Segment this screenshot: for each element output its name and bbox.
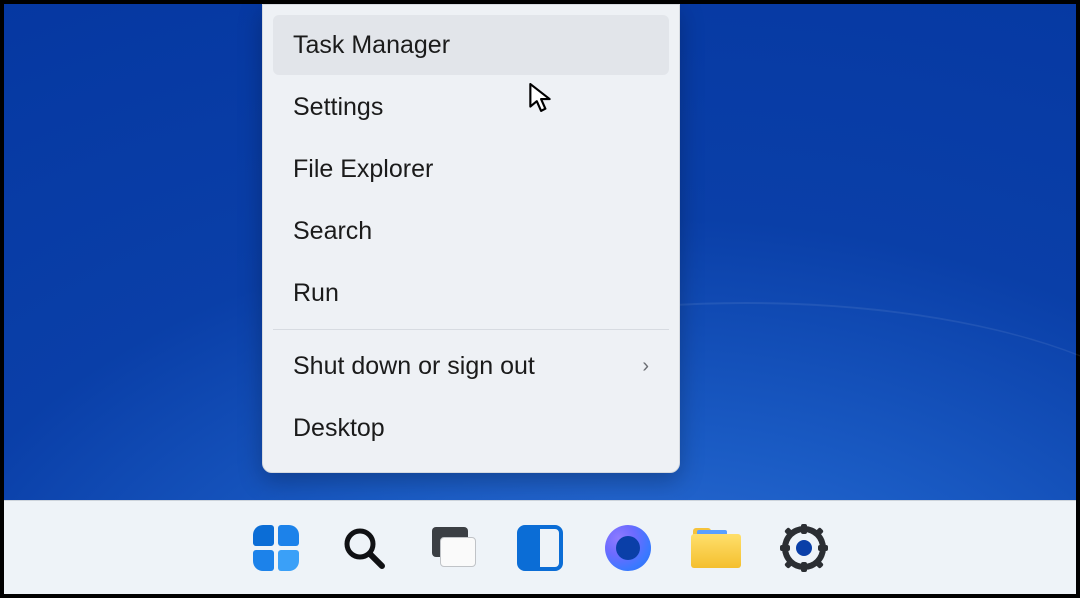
task-view-icon [428,527,476,569]
winx-context-menu: Task Manager Settings File Explorer Sear… [262,4,680,473]
menu-item-desktop[interactable]: Desktop [273,398,669,458]
widgets-icon [517,525,563,571]
chat-button[interactable] [601,521,655,575]
start-icon [253,525,299,571]
menu-item-label: Settings [293,93,383,122]
chevron-right-icon: › [642,355,649,378]
file-explorer-button[interactable] [689,521,743,575]
search-button[interactable] [337,521,391,575]
menu-item-file-explorer[interactable]: File Explorer [273,139,669,199]
menu-item-search[interactable]: Search [273,201,669,261]
gear-icon [780,524,828,572]
folder-icon [691,528,741,568]
settings-button[interactable] [777,521,831,575]
taskbar [4,500,1076,594]
menu-item-label: Shut down or sign out [293,352,535,381]
menu-item-label: Task Manager [293,31,450,60]
menu-item-settings[interactable]: Settings [273,77,669,137]
menu-item-shutdown-signout[interactable]: Shut down or sign out › [273,336,669,396]
menu-item-label: Desktop [293,414,385,443]
menu-item-run[interactable]: Run [273,263,669,323]
menu-item-label: File Explorer [293,155,433,184]
menu-item-task-manager[interactable]: Task Manager [273,15,669,75]
menu-item-label: Search [293,217,372,246]
menu-divider [273,329,669,330]
start-button[interactable] [249,521,303,575]
search-icon [341,525,387,571]
menu-item-label: Run [293,279,339,308]
cursor-icon [529,83,551,113]
task-view-button[interactable] [425,521,479,575]
chat-icon [605,525,651,571]
widgets-button[interactable] [513,521,567,575]
